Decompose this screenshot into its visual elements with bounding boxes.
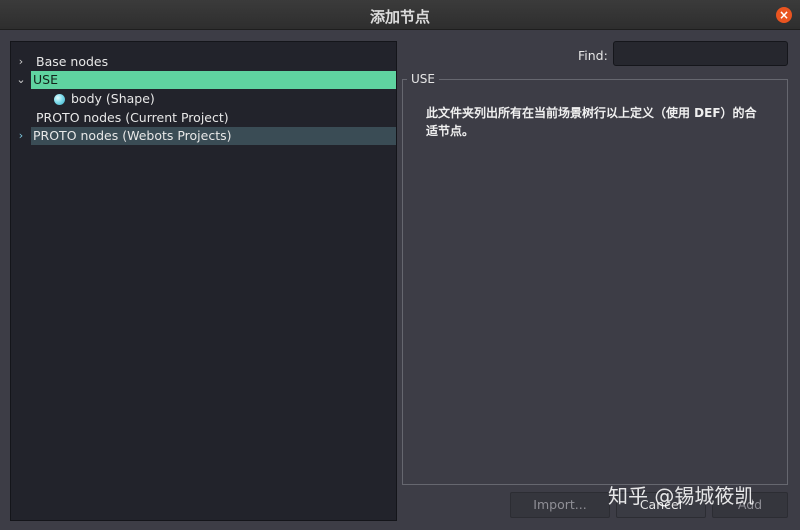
find-label: Find:: [578, 48, 608, 63]
title-bar: 添加节点 ×: [0, 0, 800, 30]
chevron-right-icon[interactable]: ›: [16, 53, 26, 71]
tree-item-proto-current[interactable]: PROTO nodes (Current Project): [11, 109, 396, 127]
window-title: 添加节点: [369, 8, 430, 26]
watermark: 知乎 @锡城筱凯: [608, 484, 755, 508]
node-sphere-icon: [54, 94, 65, 105]
import-button[interactable]: Import...: [510, 492, 610, 518]
tree-item-body-shape[interactable]: body (Shape): [11, 90, 396, 108]
tree-item-label: PROTO nodes (Webots Projects): [31, 127, 396, 145]
info-groupbox: USE 此文件夹列出所有在当前场景树行以上定义（使用 DEF）的合适节点。: [402, 72, 788, 485]
add-node-dialog: › Base nodes ⌄ USE body (Shape) PROTO no…: [0, 30, 800, 530]
chevron-right-icon[interactable]: ›: [16, 127, 26, 145]
tree-item-label: body (Shape): [71, 91, 155, 106]
close-icon[interactable]: ×: [776, 7, 792, 23]
tree-item-proto-webots[interactable]: › PROTO nodes (Webots Projects): [11, 127, 396, 145]
info-title: USE: [407, 72, 439, 86]
info-description: 此文件夹列出所有在当前场景树行以上定义（使用 DEF）的合适节点。: [426, 106, 757, 138]
tree-item-label: USE: [31, 71, 396, 89]
find-input[interactable]: [613, 41, 788, 66]
tree-item-label: PROTO nodes (Current Project): [36, 110, 229, 125]
node-tree[interactable]: › Base nodes ⌄ USE body (Shape) PROTO no…: [10, 41, 397, 521]
chevron-down-icon[interactable]: ⌄: [16, 71, 26, 89]
tree-item-use[interactable]: ⌄ USE: [11, 71, 396, 89]
tree-item-label: Base nodes: [36, 54, 109, 69]
tree-item-base-nodes[interactable]: › Base nodes: [11, 53, 396, 71]
